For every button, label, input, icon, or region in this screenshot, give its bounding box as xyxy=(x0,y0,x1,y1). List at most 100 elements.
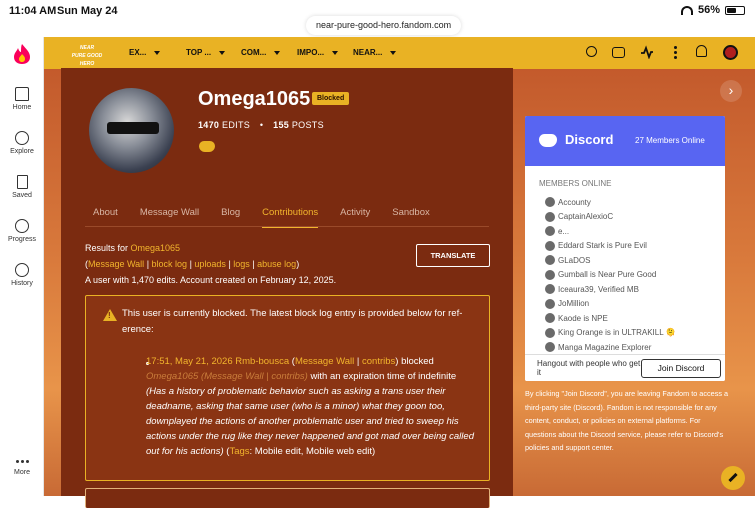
join-discord-button[interactable]: Join Discord xyxy=(641,359,721,378)
block-log-link[interactable]: block log xyxy=(152,259,188,269)
edits-count: 1470 xyxy=(198,120,220,130)
member-name: Kaode is NPE xyxy=(558,313,608,323)
nav-explore-label: EX... xyxy=(129,48,147,57)
edits-label: EDITS xyxy=(222,120,251,130)
logs-link[interactable]: logs xyxy=(233,259,250,269)
activity-icon[interactable] xyxy=(640,45,654,59)
avatar xyxy=(545,197,555,208)
discord-footer: Hangout with people who get it Join Disc… xyxy=(525,354,725,381)
chevron-right-icon[interactable]: › xyxy=(720,80,742,102)
tags-link[interactable]: Tags xyxy=(229,446,249,457)
rail-explore[interactable]: Explore xyxy=(0,131,44,155)
actor-contribs-link[interactable]: contribs xyxy=(362,356,395,367)
avatar xyxy=(545,269,555,280)
wifi-icon xyxy=(680,5,693,15)
chevron-down-icon xyxy=(219,50,226,55)
avatar xyxy=(545,327,555,338)
tab-contributions[interactable]: Contributions xyxy=(262,207,319,228)
block-notice: This user is currently blocked. The late… xyxy=(85,295,490,481)
tab-about[interactable]: About xyxy=(93,207,118,228)
nav-top[interactable]: TOP ... xyxy=(186,48,226,57)
member-name: JoMillion xyxy=(558,299,590,309)
list-item: Accounty xyxy=(545,195,720,210)
actor-message-wall-link[interactable]: Message Wall xyxy=(295,356,354,367)
profile-username: Omega1065 xyxy=(198,88,311,110)
fandom-logo-icon[interactable] xyxy=(12,43,32,65)
block-log-entry: 17:51, May 21, 2026 Rmb-bouscа (Message … xyxy=(146,356,474,457)
tabs-divider xyxy=(85,226,489,227)
message-wall-link[interactable]: Message Wall xyxy=(88,259,144,269)
rail-explore-label: Explore xyxy=(10,148,34,155)
more-dots-icon xyxy=(15,460,29,466)
discord-title: Discord xyxy=(565,132,614,147)
search-icon[interactable] xyxy=(586,46,597,57)
member-name: GLaDOS xyxy=(558,255,591,265)
entry-time-link[interactable]: 17:51, May 21, 2026 xyxy=(146,356,233,367)
rail-home-label: Home xyxy=(12,104,32,111)
rail-saved[interactable]: Saved xyxy=(0,175,44,199)
url-bar[interactable]: near-pure-good-hero.fandom.com xyxy=(306,16,462,35)
list-item: e... xyxy=(545,224,720,239)
translate-button[interactable]: TRANSLATE xyxy=(416,244,490,267)
results-header: Results for Omega1065 (Message Wall | bl… xyxy=(85,240,336,288)
rail-progress[interactable]: Progress xyxy=(0,219,44,243)
entry-action: blocked xyxy=(401,356,434,367)
nav-near[interactable]: NEAR... xyxy=(353,48,397,57)
target-message-wall-link[interactable]: Message Wall xyxy=(204,371,264,382)
profile-main-panel: Omega1065 Blocked 1470 EDITS • 155 POSTS… xyxy=(61,68,513,508)
chat-icon[interactable] xyxy=(612,47,625,58)
tab-message-wall[interactable]: Message Wall xyxy=(140,207,199,228)
nav-near-label: NEAR... xyxy=(353,48,383,57)
profile-stats: 1470 EDITS • 155 POSTS xyxy=(198,120,324,130)
wrench-icon[interactable] xyxy=(721,466,745,490)
nav-community[interactable]: COM... xyxy=(241,48,281,57)
rail-progress-label: Progress xyxy=(7,236,36,243)
user-avatar-icon[interactable] xyxy=(723,45,738,60)
chevron-down-icon xyxy=(154,50,161,55)
avatar xyxy=(545,342,555,353)
bookmark-icon xyxy=(16,175,28,189)
rail-more[interactable]: More xyxy=(0,460,44,476)
avatar xyxy=(545,313,555,324)
avatar xyxy=(545,240,555,251)
discord-header: Discord 27 Members Online xyxy=(525,116,725,166)
discord-icon[interactable] xyxy=(199,141,215,152)
list-item: GLaDOS xyxy=(545,253,720,268)
chevron-down-icon xyxy=(332,50,339,55)
rail-more-label: More xyxy=(14,469,30,476)
results-tool-links: (Message Wall | block log | uploads | lo… xyxy=(85,259,300,269)
entry-target-link[interactable]: Omega1065 xyxy=(146,371,198,382)
avatar xyxy=(545,284,555,295)
discord-member-list[interactable]: Accounty CaptainAlexioC e... Eddard Star… xyxy=(545,195,720,355)
block-notice-line1: This user is currently blocked. The late… xyxy=(122,308,463,319)
target-contribs-link[interactable]: contribs xyxy=(271,371,304,382)
nav-important[interactable]: IMPO... xyxy=(297,48,339,57)
members-online-heading: MEMBERS ONLINE xyxy=(539,179,612,188)
results-user-link[interactable]: Omega1065 xyxy=(131,243,181,253)
member-name: Gumball is Near Pure Good xyxy=(558,270,657,280)
avatar xyxy=(545,255,555,266)
rail-saved-label: Saved xyxy=(12,192,32,199)
member-name: Eddard Stark is Pure Evil xyxy=(558,241,647,251)
tab-sandbox[interactable]: Sandbox xyxy=(392,207,430,228)
entry-expiry: with an expiration time of indefinite xyxy=(310,371,457,382)
member-name: King Orange is in ULTRAKILL 🫠 xyxy=(558,328,676,338)
more-options-icon[interactable] xyxy=(668,45,682,59)
status-time: 11:04 AM xyxy=(9,5,57,17)
tab-activity[interactable]: Activity xyxy=(340,207,370,228)
discord-disclaimer: By clicking "Join Discord", you are leav… xyxy=(525,389,729,452)
contributions-list-box xyxy=(85,488,490,508)
discord-hangout-text: Hangout with people who get it xyxy=(537,359,641,377)
uploads-link[interactable]: uploads xyxy=(194,259,226,269)
wiki-logo[interactable]: NEAR PURE GOOD HERO xyxy=(64,44,110,67)
results-summary: A user with 1,470 edits. Account created… xyxy=(85,275,337,285)
entry-actor-link[interactable]: Rmb-bouscа xyxy=(235,356,289,367)
notifications-bell-icon[interactable] xyxy=(696,45,707,57)
list-item: CaptainAlexioC xyxy=(545,210,720,225)
nav-explore[interactable]: EX... xyxy=(129,48,161,57)
battery-percent: 56% xyxy=(697,4,720,16)
abuse-log-link[interactable]: abuse log xyxy=(257,259,296,269)
rail-history[interactable]: History xyxy=(0,263,44,287)
rail-home[interactable]: Home xyxy=(0,87,44,111)
tab-blog[interactable]: Blog xyxy=(221,207,240,228)
